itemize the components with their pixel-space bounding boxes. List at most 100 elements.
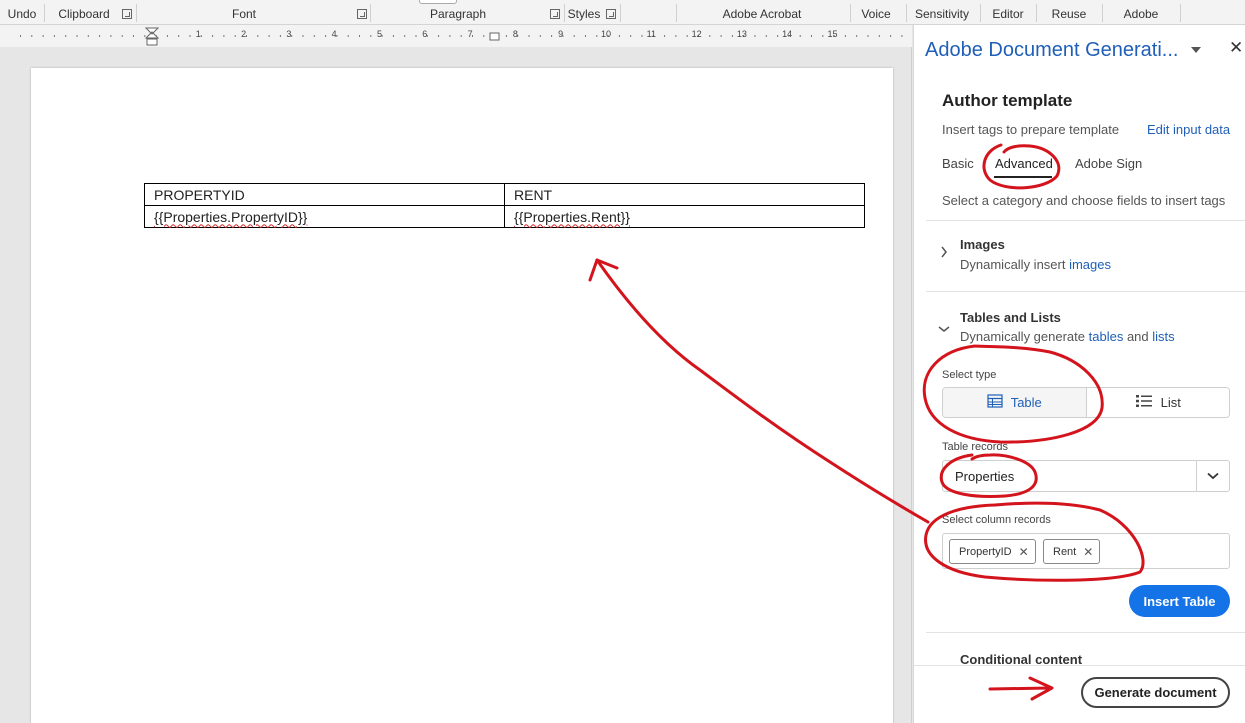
images-section-title[interactable]: Images — [960, 237, 1005, 252]
ribbon-separator — [370, 4, 371, 22]
ribbon-group-font[interactable]: Font — [140, 0, 348, 25]
ruler-tick — [20, 35, 21, 37]
ruler-number: 13 — [736, 29, 747, 39]
generate-document-button[interactable]: Generate document — [1081, 677, 1230, 708]
ribbon-group-adobe-acrobat[interactable]: Adobe Acrobat — [700, 0, 824, 25]
remove-chip-icon[interactable]: ✕ — [1083, 545, 1093, 559]
ribbon-group-clipboard[interactable]: Clipboard — [52, 0, 116, 25]
remove-chip-icon[interactable]: ✕ — [1019, 545, 1029, 559]
table-cell-rent-tag[interactable]: {{Properties.Rent}} — [504, 205, 865, 228]
ribbon-separator — [620, 4, 621, 22]
rent-tag-text: {{Properties.Rent}} — [514, 208, 630, 225]
tables-lists-chevron-down-icon[interactable] — [938, 322, 950, 336]
ribbon-separator — [136, 4, 137, 22]
tab-basic[interactable]: Basic — [942, 156, 974, 171]
lists-link[interactable]: lists — [1152, 329, 1174, 344]
ruler-number: 7 — [467, 29, 473, 39]
ruler-tick — [528, 35, 530, 37]
left-indent-box-icon[interactable] — [146, 38, 158, 46]
table-row: PROPERTYID RENT — [144, 183, 865, 206]
column-records-input[interactable]: PropertyID ✕ Rent ✕ — [942, 533, 1230, 569]
ruler-tick — [630, 35, 632, 37]
ruler-tick — [811, 35, 812, 37]
insert-table-button[interactable]: Insert Table — [1129, 585, 1230, 617]
tab-adobe-sign[interactable]: Adobe Sign — [1075, 156, 1142, 171]
ribbon: Undo Clipboard Font Paragraph Styles Ado… — [0, 0, 1245, 49]
table-icon — [987, 394, 1003, 411]
images-chevron-right-icon[interactable] — [940, 246, 948, 261]
document-table[interactable]: PROPERTYID RENT {{Properties.PropertyID}… — [144, 183, 865, 228]
indent-marker-icon[interactable] — [144, 27, 160, 39]
ribbon-group-voice[interactable]: Voice — [852, 0, 900, 25]
type-list-button[interactable]: List — [1086, 388, 1229, 417]
clipboard-launcher-icon[interactable] — [122, 9, 132, 19]
ribbon-group-editor[interactable]: Editor — [984, 0, 1032, 25]
tables-link[interactable]: tables — [1089, 329, 1124, 344]
tables-lists-section-title[interactable]: Tables and Lists — [960, 310, 1061, 325]
ruler-tick — [268, 35, 270, 37]
panel-close-icon[interactable]: ✕ — [1229, 39, 1243, 57]
ruler-tick — [438, 35, 440, 37]
select-category-text: Select a category and choose fields to i… — [942, 193, 1226, 208]
ribbon-group-sensitivity[interactable]: Sensitivity — [910, 0, 974, 25]
table-records-value: Properties — [955, 469, 1015, 484]
ruler-number: 5 — [376, 29, 382, 39]
ribbon-group-adobe[interactable]: Adobe — [1108, 0, 1174, 25]
table-header-rent[interactable]: RENT — [504, 183, 865, 206]
ruler-tick — [31, 35, 33, 37]
table-records-dropdown[interactable]: Properties — [942, 460, 1230, 492]
ruler-tick — [87, 35, 89, 37]
table-cell-propertyid-tag[interactable]: {{Properties.PropertyID}} — [144, 205, 505, 228]
ruler-tick — [765, 35, 767, 37]
ruler-tick — [257, 35, 259, 37]
horizontal-ruler[interactable]: 1 2 3 4 5 6 7 8 9 10 11 12 13 14 15 — [0, 25, 912, 47]
tab-advanced[interactable]: Advanced — [995, 156, 1053, 171]
tables-lists-section-desc: Dynamically generate tables and lists — [960, 329, 1175, 344]
ribbon-separator — [676, 4, 677, 22]
column-marker-icon[interactable] — [489, 32, 500, 41]
images-link[interactable]: images — [1069, 257, 1111, 272]
ruler-tick — [359, 35, 360, 37]
paragraph-launcher-icon[interactable] — [550, 9, 560, 19]
ruler-tick — [844, 35, 846, 37]
table-header-propertyid[interactable]: PROPERTYID — [144, 183, 505, 206]
edit-input-data-link[interactable]: Edit input data — [1147, 122, 1230, 137]
author-template-heading: Author template — [942, 91, 1073, 110]
ribbon-separator — [980, 4, 981, 22]
ruler-tick — [686, 35, 688, 37]
styles-launcher-icon[interactable] — [606, 9, 616, 19]
type-table-button[interactable]: Table — [943, 388, 1087, 417]
ruler-tick — [551, 35, 553, 37]
ruler-number: 6 — [422, 29, 428, 39]
panel-options-chevron-down-icon[interactable] — [1191, 47, 1201, 53]
ruler-number: 2 — [241, 29, 247, 39]
ruler-tick — [121, 35, 123, 37]
ribbon-separator — [906, 4, 907, 22]
ribbon-group-reuse-files[interactable]: Reuse Files — [1038, 0, 1100, 49]
ruler-tick — [901, 35, 903, 37]
ruler-number: 10 — [600, 29, 611, 39]
table-records-chevron-down-icon[interactable] — [1196, 461, 1229, 491]
font-launcher-icon[interactable] — [357, 9, 367, 19]
document-page[interactable]: PROPERTYID RENT {{Properties.PropertyID}… — [31, 68, 893, 723]
panel-title: Adobe Document Generati... — [925, 39, 1179, 61]
chip-label: Rent — [1053, 545, 1077, 558]
ruler-tick — [133, 35, 134, 37]
ruler-number: 1 — [195, 29, 201, 39]
ruler-number: 9 — [558, 29, 564, 39]
ribbon-group-styles[interactable]: Styles — [565, 0, 603, 25]
ruler-number: 4 — [331, 29, 337, 39]
section-divider — [926, 632, 1245, 633]
ribbon-group-undo[interactable]: Undo — [0, 0, 44, 25]
propertyid-tag-text: {{Properties.PropertyID}} — [154, 208, 308, 225]
ruler-tick — [856, 35, 858, 37]
ruler-tick — [42, 35, 44, 37]
ribbon-group-paragraph[interactable]: Paragraph — [372, 0, 544, 25]
ruler-tick — [641, 35, 643, 37]
document-area[interactable]: PROPERTYID RENT {{Properties.PropertyID}… — [0, 47, 912, 723]
ruler-tick — [212, 35, 214, 37]
ruler-tick — [460, 35, 462, 37]
column-chip-rent: Rent ✕ — [1043, 539, 1101, 564]
select-type-label: Select type — [942, 369, 997, 381]
insert-tags-text: Insert tags to prepare template — [942, 122, 1120, 137]
